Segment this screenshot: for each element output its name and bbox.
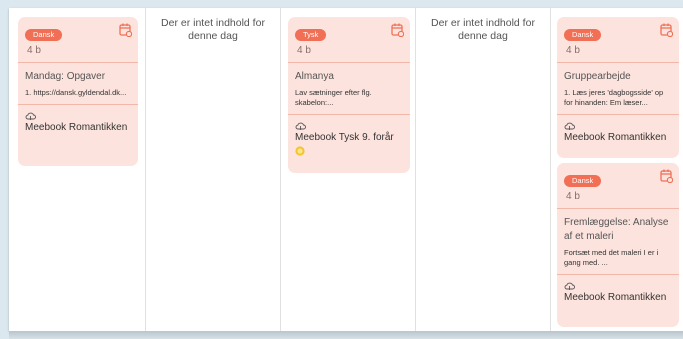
source-label[interactable]: Meebook Romantikken: [25, 122, 131, 134]
card-header: Dansk 4 b: [557, 163, 679, 209]
card-body: Mandag: Opgaver 1. https://dansk.gyldend…: [18, 63, 138, 105]
card-description: Lav sætninger efter flg. skabelon:...: [295, 88, 372, 107]
class-label: 4 b: [566, 45, 580, 56]
card-description: 1. https://dansk.gyldendal.dk...: [25, 88, 127, 97]
cloud-icon: [564, 282, 575, 290]
source-label[interactable]: Meebook Romantikken: [564, 132, 672, 144]
day-column-wednesday: Tysk 4 b Almanya Lav sætninger efter flg…: [281, 8, 416, 331]
card-header: Dansk 4 b: [557, 17, 679, 63]
calendar-icon[interactable]: [660, 23, 673, 37]
assignment-card[interactable]: Tysk 4 b Almanya Lav sætninger efter flg…: [288, 17, 410, 173]
calendar-icon[interactable]: [391, 23, 404, 37]
cloud-icon: [564, 122, 575, 130]
card-footer: Meebook Tysk 9. forår: [288, 115, 410, 162]
day-column-friday: Dansk 4 b Gruppearbejde 1. Læs jeres 'da…: [551, 8, 683, 331]
subject-badge: Dansk: [564, 29, 602, 41]
card-description: 1. Læs jeres 'dagbogsside' op for hinand…: [564, 88, 664, 107]
card-header: Tysk 4 b: [288, 17, 410, 63]
day-column-tuesday: Der er intet indhold for denne dag: [146, 8, 281, 331]
cloud-icon: [295, 122, 306, 130]
subject-badge: Tysk: [295, 29, 327, 41]
class-label: 4 b: [297, 45, 311, 56]
subject-badge: Dansk: [564, 175, 602, 187]
cloud-icon: [25, 112, 36, 120]
card-footer: Meebook Romantikken: [18, 105, 138, 140]
class-label: 4 b: [27, 45, 41, 56]
assignment-card[interactable]: Dansk 4 b Gruppearbejde 1. Læs jeres 'da…: [557, 17, 679, 158]
subject-badge: Dansk: [25, 29, 63, 41]
assignment-card[interactable]: Dansk 4 b Fremlæggelse: Analyse af et ma…: [557, 163, 679, 327]
source-label[interactable]: Meebook Tysk 9. forår: [295, 132, 403, 144]
source-label[interactable]: Meebook Romantikken: [564, 292, 672, 304]
card-body: Gruppearbejde 1. Læs jeres 'dagbogsside'…: [557, 63, 679, 115]
sun-emoji-icon: [295, 146, 305, 156]
calendar-icon[interactable]: [660, 169, 673, 183]
card-title[interactable]: Gruppearbejde: [564, 70, 672, 84]
day-column-thursday: Der er intet indhold for denne dag: [416, 8, 551, 331]
class-label: 4 b: [566, 191, 580, 202]
card-header: Dansk 4 b: [18, 17, 138, 63]
card-body: Almanya Lav sætninger efter flg. skabelo…: [288, 63, 410, 115]
card-footer: Meebook Romantikken: [557, 275, 679, 310]
card-title[interactable]: Mandag: Opgaver: [25, 70, 131, 84]
empty-day-message: Der er intet indhold for denne dag: [161, 17, 265, 42]
card-body: Fremlæggelse: Analyse af et maleri Forts…: [557, 209, 679, 275]
board-bottom-edge: [9, 331, 683, 339]
assignment-card[interactable]: Dansk 4 b Mandag: Opgaver 1. https://dan…: [18, 17, 138, 166]
card-title[interactable]: Almanya: [295, 70, 403, 84]
card-footer: Meebook Romantikken: [557, 115, 679, 150]
calendar-icon[interactable]: [119, 23, 132, 37]
card-description: Fortsæt med det maleri I er i gang med. …: [564, 248, 659, 267]
day-column-monday: Dansk 4 b Mandag: Opgaver 1. https://dan…: [9, 8, 146, 331]
empty-day-message: Der er intet indhold for denne dag: [431, 17, 535, 42]
weekly-plan-board: Dansk 4 b Mandag: Opgaver 1. https://dan…: [9, 8, 683, 331]
card-title[interactable]: Fremlæggelse: Analyse af et maleri: [564, 216, 672, 244]
